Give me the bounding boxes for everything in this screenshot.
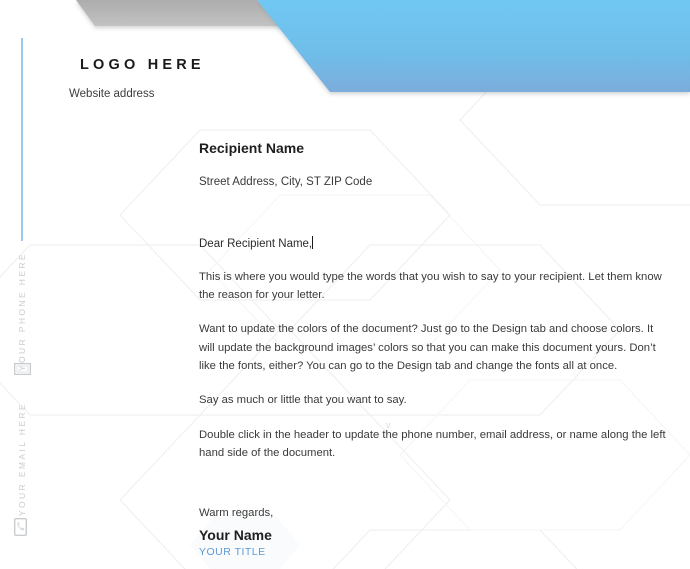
salutation-text: Dear Recipient Name, <box>199 237 313 250</box>
body-paragraph-3[interactable]: Say as much or little that you want to s… <box>199 391 667 409</box>
envelope-icon <box>13 362 32 380</box>
recipient-address[interactable]: Street Address, City, ST ZIP Code <box>199 175 667 190</box>
sidebar-phone-label[interactable]: YOUR PHONE HERE <box>17 252 27 371</box>
phone-icon <box>13 517 28 541</box>
closing-line[interactable]: Warm regards, <box>199 507 667 519</box>
left-accent-rule <box>21 38 23 241</box>
sidebar-contact-strip: YOUR PHONE HERE YOUR EMAIL HERE <box>0 250 44 550</box>
signature-title[interactable]: YOUR TITLE <box>199 546 272 560</box>
stray-mark: v <box>386 420 391 430</box>
recipient-name[interactable]: Recipient Name <box>199 140 667 157</box>
website-address[interactable]: Website address <box>69 88 154 100</box>
banner-blue-shape <box>257 0 690 92</box>
text-cursor <box>312 235 314 249</box>
body-paragraph-4[interactable]: Double click in the header to update the… <box>199 426 667 463</box>
letter-body: Recipient Name Street Address, City, ST … <box>199 140 667 519</box>
sidebar-email-label[interactable]: YOUR EMAIL HERE <box>17 402 27 516</box>
signature-name[interactable]: Your Name <box>199 526 272 544</box>
logo-text: LOGO HERE <box>80 57 205 73</box>
document-page: LOGO HERE Website address YOUR PHONE HER… <box>0 0 690 569</box>
salutation-line[interactable]: Dear Recipient Name, <box>199 235 314 252</box>
signature-block: Your Name YOUR TITLE <box>199 526 272 560</box>
body-paragraph-2[interactable]: Want to update the colors of the documen… <box>199 320 667 375</box>
body-paragraph-1[interactable]: This is where you would type the words t… <box>199 268 667 305</box>
